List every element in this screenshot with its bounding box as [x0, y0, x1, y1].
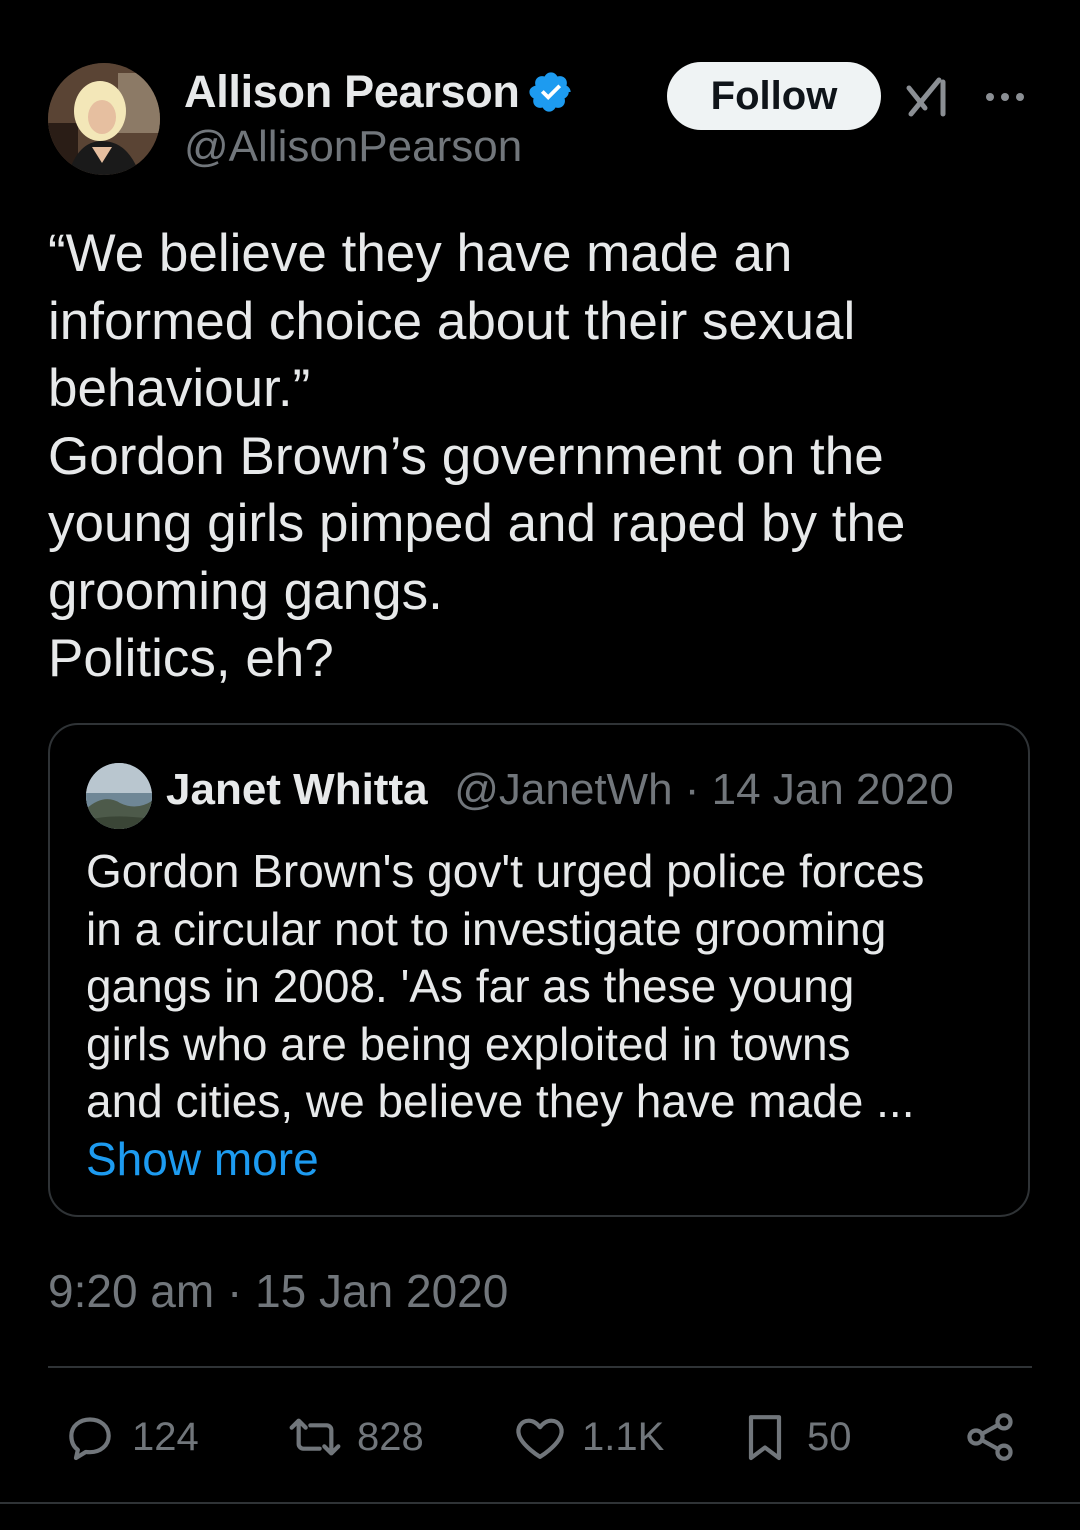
tweet-line: Gordon Brown’s government on the: [48, 426, 884, 486]
reply-icon: [69, 1417, 111, 1461]
quoted-header: Janet Whitta @JanetWh · 14 Jan 2020: [166, 765, 954, 815]
quoted-line: Gordon Brown's gov't urged police forces: [86, 845, 925, 897]
reply-button[interactable]: 124: [62, 1402, 199, 1472]
repost-icon: [289, 1418, 341, 1456]
verified-badge-icon: [529, 72, 571, 112]
author-avatar[interactable]: [48, 63, 160, 175]
author-name[interactable]: Allison Pearson: [184, 66, 520, 118]
author-name-row: Allison Pearson: [184, 66, 574, 118]
heart-icon: [516, 1418, 564, 1459]
share-icon: [967, 1413, 1013, 1461]
quoted-author-avatar[interactable]: [86, 763, 152, 829]
tweet-line: young girls pimped and raped by the: [48, 494, 906, 553]
quoted-tweet[interactable]: Janet Whitta @JanetWh · 14 Jan 2020 Gord…: [48, 723, 1030, 1217]
action-bar: 124 828 1.1K 50: [0, 1402, 1080, 1472]
more-options-icon[interactable]: [982, 84, 1028, 110]
repost-button[interactable]: 828: [287, 1402, 424, 1472]
tweet-line: behaviour.”: [48, 359, 311, 418]
grok-icon[interactable]: [905, 74, 955, 120]
repost-count: 828: [357, 1414, 424, 1459]
tweet-line: Politics, eh?: [48, 629, 334, 688]
bookmark-count: 50: [807, 1414, 852, 1459]
tweet-line: “We believe they have made an: [48, 224, 793, 283]
show-more-link[interactable]: Show more: [86, 1131, 1016, 1189]
tweet-timestamp[interactable]: 9:20 am · 15 Jan 2020: [48, 1264, 508, 1318]
divider: [0, 1502, 1080, 1504]
bookmark-button[interactable]: 50: [737, 1402, 852, 1472]
quoted-line: girls who are being exploited in towns: [86, 1017, 851, 1070]
quoted-date: · 14 Jan 2020: [684, 765, 954, 814]
quoted-author-name[interactable]: Janet Whitta: [166, 765, 442, 815]
author-handle[interactable]: @AllisonPearson: [184, 122, 522, 172]
like-count: 1.1K: [582, 1414, 665, 1459]
quoted-line: gangs in 2008. 'As far as these young: [86, 960, 855, 1012]
quoted-text: Gordon Brown's gov't urged police forces…: [86, 843, 1016, 1188]
bookmark-icon: [748, 1415, 782, 1461]
reply-count: 124: [132, 1414, 199, 1459]
like-button[interactable]: 1.1K: [512, 1402, 664, 1472]
share-button[interactable]: [962, 1402, 1032, 1472]
divider: [48, 1366, 1032, 1368]
tweet-line: grooming gangs.: [48, 561, 443, 621]
quoted-line: and cities, we believe they have made ..…: [86, 1075, 915, 1127]
quoted-author-handle[interactable]: @JanetWh: [454, 765, 672, 814]
follow-button[interactable]: Follow: [667, 62, 881, 130]
tweet-text: “We believe they have made an informed c…: [48, 220, 1038, 693]
quoted-line: in a circular not to investigate groomin…: [86, 902, 887, 955]
tweet-line: informed choice about their sexual: [48, 291, 856, 351]
